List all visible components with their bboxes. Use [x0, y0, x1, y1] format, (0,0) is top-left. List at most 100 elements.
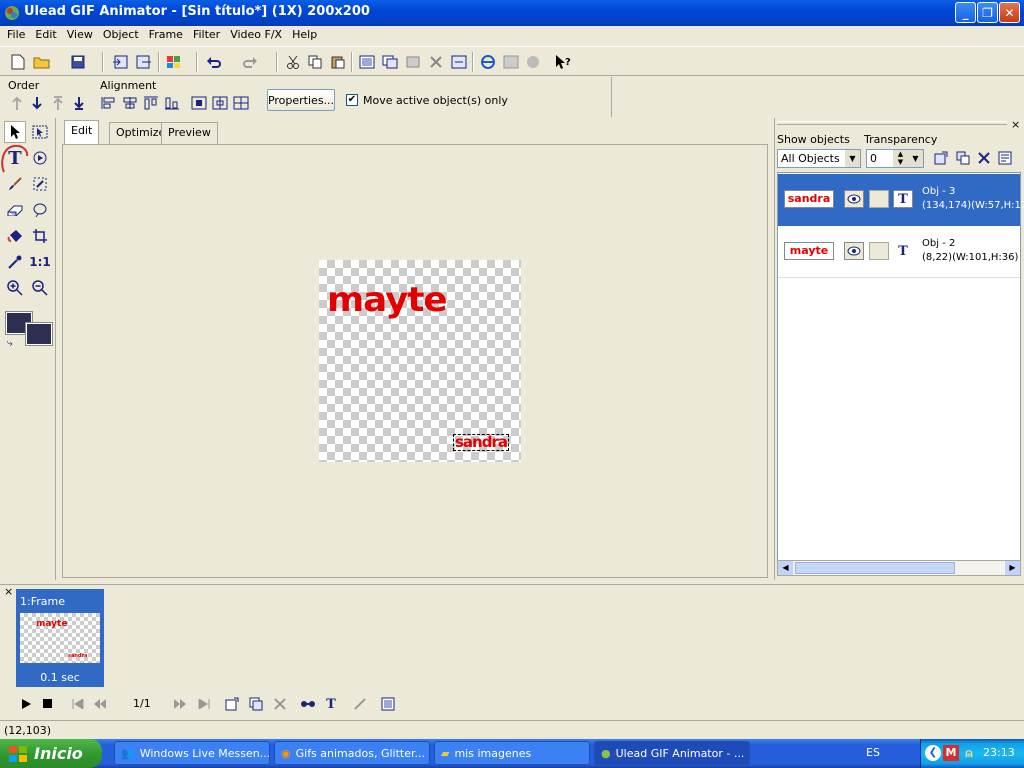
export-icon[interactable]: [134, 52, 154, 72]
new-file-icon[interactable]: [8, 52, 28, 72]
image-canvas[interactable]: mayte sandra: [319, 260, 521, 462]
menu-view[interactable]: View: [62, 26, 98, 45]
web-icon[interactable]: [524, 52, 544, 72]
send-to-back-icon[interactable]: [70, 94, 88, 112]
tween-icon[interactable]: [298, 695, 318, 713]
paste-icon[interactable]: [328, 52, 348, 72]
tray-expand-icon[interactable]: ❮: [925, 745, 941, 761]
play-icon[interactable]: [16, 695, 36, 713]
menu-file[interactable]: File: [2, 26, 30, 45]
bring-to-front-icon[interactable]: [8, 94, 26, 112]
delete-object-icon[interactable]: [974, 148, 994, 168]
duplicate-frame-icon[interactable]: [246, 695, 266, 713]
taskbar-item-ulead[interactable]: ● Ulead GIF Animator - ...: [594, 741, 750, 765]
frame-properties-icon[interactable]: [449, 52, 469, 72]
move-down-icon[interactable]: [28, 94, 46, 112]
taskbar-item-messenger[interactable]: 👥 Windows Live Messen...: [114, 741, 270, 765]
object-row-obj2[interactable]: mayte T Obj - 2 (8,22)(W:101,H:36): [778, 226, 1020, 278]
canvas-object-mayte[interactable]: mayte: [327, 282, 448, 318]
previous-frame-icon[interactable]: [90, 695, 110, 713]
help-pointer-icon[interactable]: ?: [553, 52, 573, 72]
stop-icon[interactable]: [38, 695, 58, 713]
center-horizontal-icon[interactable]: [190, 94, 208, 112]
menu-help[interactable]: Help: [287, 26, 322, 45]
language-indicator[interactable]: ES: [866, 746, 880, 759]
move-up-icon[interactable]: [49, 94, 67, 112]
tab-edit[interactable]: Edit: [64, 120, 100, 145]
center-both-icon[interactable]: [232, 94, 250, 112]
swap-colors-icon[interactable]: ⤷: [7, 338, 13, 349]
first-frame-icon[interactable]: [68, 695, 88, 713]
eyedropper-tool-icon[interactable]: [4, 251, 26, 273]
cut-icon[interactable]: [283, 52, 303, 72]
background-color-swatch[interactable]: [25, 322, 53, 346]
object-properties-icon[interactable]: [995, 148, 1015, 168]
transparency-stepper[interactable]: 0 ▲ ▼ ▼: [866, 149, 924, 168]
show-objects-select[interactable]: All Objects ▼: [777, 149, 861, 168]
delete-frame-icon[interactable]: [426, 52, 446, 72]
close-button[interactable]: ✕: [999, 2, 1020, 23]
add-frame-icon[interactable]: [222, 695, 242, 713]
align-bottom-icon[interactable]: [163, 94, 181, 112]
visibility-eye-icon[interactable]: [844, 190, 864, 208]
magic-wand-icon[interactable]: [29, 173, 51, 195]
fill-tool-icon[interactable]: [4, 225, 26, 247]
color-palette-icon[interactable]: [164, 52, 184, 72]
reverse-frames-icon[interactable]: [350, 695, 370, 713]
optimize-wizard-icon[interactable]: [501, 52, 521, 72]
clock[interactable]: 23:13: [983, 746, 1015, 759]
taskbar-item-folder[interactable]: ▰ mis imagenes: [434, 741, 590, 765]
save-icon[interactable]: [68, 52, 88, 72]
frame-thumbnail-1[interactable]: 1:Frame mayte sandra 0.1 sec: [16, 589, 104, 687]
banner-text-icon[interactable]: T: [321, 695, 341, 713]
scroll-left-icon[interactable]: ◀: [778, 561, 793, 575]
spin-icon[interactable]: ▲ ▼: [893, 150, 908, 167]
actual-size-icon[interactable]: 1:1: [29, 251, 51, 273]
oval-tool-icon[interactable]: [29, 199, 51, 221]
lock-toggle[interactable]: [869, 242, 889, 260]
visibility-eye-icon[interactable]: [844, 242, 864, 260]
chevron-down-icon[interactable]: ▼: [845, 150, 860, 167]
scroll-thumb[interactable]: [795, 562, 955, 574]
menu-frame[interactable]: Frame: [144, 26, 188, 45]
browser-preview-icon[interactable]: [478, 52, 498, 72]
duplicate-object-icon[interactable]: [953, 148, 973, 168]
object-tool-icon[interactable]: [403, 52, 423, 72]
align-top-icon[interactable]: [142, 94, 160, 112]
align-left-icon[interactable]: [100, 94, 118, 112]
menu-edit[interactable]: Edit: [30, 26, 61, 45]
marquee-tool-icon[interactable]: [29, 121, 51, 143]
zoom-out-icon[interactable]: [29, 277, 51, 299]
start-button[interactable]: Inicio: [0, 739, 102, 768]
tray-mcafee-icon[interactable]: M: [943, 745, 959, 761]
next-frame-icon[interactable]: [170, 695, 190, 713]
object-list-scrollbar[interactable]: ◀ ▶: [777, 560, 1021, 576]
panel-close-icon[interactable]: ×: [1011, 118, 1020, 131]
chevron-down-icon[interactable]: ▼: [908, 150, 923, 167]
lasso-tool-icon[interactable]: [29, 147, 51, 169]
tray-app-icon[interactable]: ⍝: [961, 745, 977, 761]
last-frame-icon[interactable]: [194, 695, 214, 713]
eraser-tool-icon[interactable]: [4, 199, 26, 221]
menu-video-fx[interactable]: Video F/X: [225, 26, 287, 45]
crop-tool-icon[interactable]: [29, 225, 51, 247]
panel-grip[interactable]: [777, 121, 1007, 125]
taskbar-item-firefox[interactable]: ◉ Gifs animados, Glitter...: [274, 741, 430, 765]
center-vertical-icon[interactable]: [211, 94, 229, 112]
lock-toggle[interactable]: [869, 190, 889, 208]
new-object-icon[interactable]: [931, 148, 951, 168]
undo-icon[interactable]: [204, 52, 224, 72]
align-hcenter-icon[interactable]: [121, 94, 139, 112]
canvas-object-sandra[interactable]: sandra: [453, 434, 509, 451]
add-frame-icon[interactable]: [357, 52, 377, 72]
delete-frame-icon[interactable]: [270, 695, 290, 713]
frame-panel-close-icon[interactable]: ×: [4, 585, 13, 598]
pick-tool-icon[interactable]: [4, 121, 26, 143]
minimize-button[interactable]: _: [955, 2, 976, 23]
properties-button[interactable]: Properties...: [267, 89, 335, 111]
menu-object[interactable]: Object: [98, 26, 144, 45]
object-row-obj3[interactable]: sandra T Obj - 3 (134,174)(W:57,H:17: [778, 174, 1024, 226]
brush-tool-icon[interactable]: [4, 173, 26, 195]
move-active-checkbox[interactable]: ✔: [346, 94, 358, 106]
menu-filter[interactable]: Filter: [188, 26, 225, 45]
